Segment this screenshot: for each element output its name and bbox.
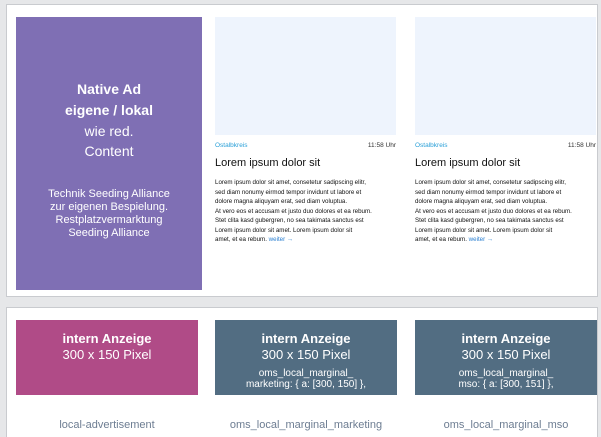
- article-region[interactable]: Ostalbkreis: [415, 142, 448, 150]
- ad-slot-label: local-advertisement: [59, 419, 155, 431]
- article-body-line: Stet clita kasd gubergren, no sea takima…: [215, 217, 364, 224]
- article-body-line: Stet clita kasd gubergren, no sea takima…: [415, 217, 564, 224]
- article-body-line: sed diam nonumy eirmod tempor invidunt u…: [415, 188, 562, 196]
- read-more-link[interactable]: weiter →: [469, 236, 493, 243]
- native-ad-subtitle: wie red. Content: [16, 121, 202, 161]
- native-ad-title-line1: Native Ad: [76, 81, 142, 97]
- article-card[interactable]: Ostalbkreis 11:58 Uhr Lorem ipsum dolor …: [215, 17, 396, 245]
- ad-code: oms_local_marginal_ marketing: { a: [300…: [215, 368, 397, 390]
- ad-heading: intern Anzeige: [461, 331, 551, 346]
- article-body-line: Lorem ipsum dolor sit amet, consetetur s…: [415, 179, 566, 186]
- ad-slots-panel: intern Anzeige 300 x 150 Pixel local-adv…: [6, 307, 598, 437]
- native-ad-title: Native Ad eigene / lokal: [16, 79, 202, 121]
- article-card[interactable]: Ostalbkreis 11:58 Uhr Lorem ipsum dolor …: [415, 17, 596, 245]
- article-meta: Ostalbkreis 11:58 Uhr: [415, 142, 596, 150]
- ad-code-line: oms_local_marginal_: [458, 368, 554, 379]
- article-body-line: amet, et ea rebum.: [415, 236, 467, 243]
- article-body-line: sed diam nonumy eirmod tempor invidunt u…: [215, 188, 362, 196]
- ad-code: oms_local_marginal_ mso: { a: [300, 151]…: [415, 368, 597, 390]
- native-ad-title-line2: eigene / lokal: [65, 102, 153, 118]
- article-body-line: Lorem ipsum dolor sit amet. Lorem ipsum …: [215, 226, 353, 234]
- article-body-line: Lorem ipsum dolor sit amet. Lorem ipsum …: [415, 226, 553, 234]
- ad-code-line: oms_local_marginal_: [258, 368, 354, 379]
- article-body-line: dolore magna aliquyam erat, sed diam vol…: [415, 198, 548, 205]
- ad-slot-label: oms_local_marginal_marketing: [229, 419, 383, 431]
- native-ad-slot[interactable]: Native Ad eigene / lokal wie red. Conten…: [16, 17, 202, 290]
- ad-heading: intern Anzeige: [62, 331, 152, 346]
- article-body: Lorem ipsum dolor sit amet, consetetur s…: [215, 178, 396, 245]
- ad-slot-label: oms_local_marginal_mso: [443, 419, 569, 431]
- native-ad-subtitle-line2: Content: [84, 143, 134, 159]
- article-body-line: amet, et ea rebum.: [215, 236, 267, 243]
- ad-code-line: mso: { a: [300, 151] },: [458, 379, 554, 390]
- ad-code-line: marketing: { a: [300, 150] },: [245, 379, 367, 390]
- ad-size: 300 x 150 Pixel: [461, 347, 551, 362]
- article-body-last-line: amet, et ea rebum. weiter →: [415, 235, 596, 245]
- article-body: Lorem ipsum dolor sit amet, consetetur s…: [415, 178, 596, 245]
- article-image-placeholder[interactable]: [215, 17, 396, 135]
- article-region[interactable]: Ostalbkreis: [215, 142, 248, 150]
- native-ad-subtitle-line1: wie red.: [84, 123, 134, 139]
- read-more-link[interactable]: weiter →: [269, 236, 293, 243]
- article-time: 11:58 Uhr: [367, 142, 396, 149]
- article-image-placeholder[interactable]: [415, 17, 596, 135]
- article-body-line: At vero eos et accusam et justo duo dolo…: [415, 207, 572, 215]
- article-title[interactable]: Lorem ipsum dolor sit: [215, 156, 396, 170]
- native-ad-desc-line1: Technik Seeding Alliance: [48, 188, 170, 200]
- native-ad-description: Technik Seeding Alliance zur eigenen Bes…: [16, 188, 202, 240]
- article-time: 11:58 Uhr: [567, 142, 596, 149]
- ad-size: 300 x 150 Pixel: [62, 347, 152, 362]
- article-body-line: Lorem ipsum dolor sit amet, consetetur s…: [215, 179, 366, 186]
- article-title[interactable]: Lorem ipsum dolor sit: [415, 156, 596, 170]
- article-body-last-line: amet, et ea rebum. weiter →: [215, 235, 396, 245]
- article-meta: Ostalbkreis 11:58 Uhr: [215, 142, 396, 150]
- native-ad-desc-line3: Restplatzvermarktung: [55, 214, 163, 226]
- ad-heading: intern Anzeige: [261, 331, 351, 346]
- article-body-line: At vero eos et accusam et justo duo dolo…: [215, 207, 372, 215]
- native-ad-desc-line4: Seeding Alliance: [68, 227, 150, 239]
- ad-slot-mso[interactable]: intern Anzeige 300 x 150 Pixel oms_local…: [415, 320, 597, 395]
- content-panel: Native Ad eigene / lokal wie red. Conten…: [6, 4, 598, 297]
- native-ad-desc-line2: zur eigenen Bespielung.: [49, 201, 169, 213]
- ad-slot-marketing[interactable]: intern Anzeige 300 x 150 Pixel oms_local…: [215, 320, 397, 395]
- ad-size: 300 x 150 Pixel: [261, 347, 351, 362]
- ad-slot-local-advertisement[interactable]: intern Anzeige 300 x 150 Pixel: [16, 320, 198, 395]
- article-body-line: dolore magna aliquyam erat, sed diam vol…: [215, 198, 348, 205]
